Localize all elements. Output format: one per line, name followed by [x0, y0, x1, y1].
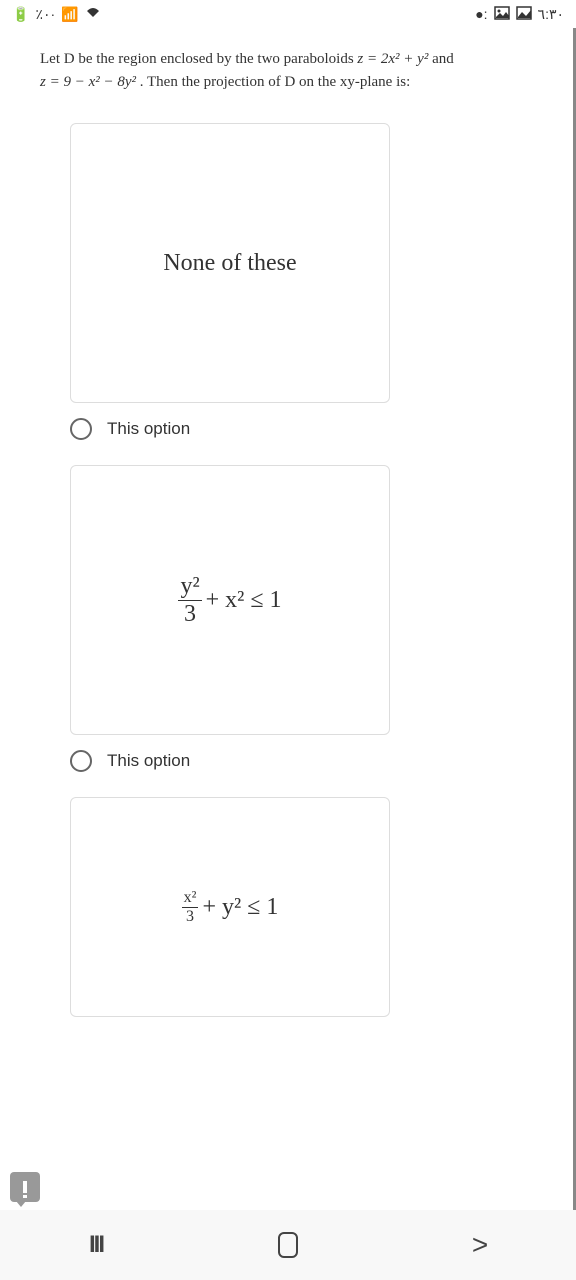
nav-back-button[interactable]: >	[465, 1230, 495, 1260]
question-eq2: z = 9 − x² − 8y²	[40, 74, 136, 90]
chat-icon[interactable]	[10, 1172, 40, 1202]
status-right: ●: ٦:٣٠	[475, 6, 564, 23]
gallery-icon	[516, 6, 532, 23]
option-card-1[interactable]: None of these	[70, 123, 390, 403]
fraction-3: x² 3	[182, 889, 199, 926]
option-row-2[interactable]: This option	[70, 750, 536, 772]
fraction-2: y² 3	[178, 573, 201, 628]
battery-text: ٪٠·	[35, 6, 55, 23]
status-left: 🔋 ٪٠· 📶	[12, 6, 101, 23]
option-row-1[interactable]: This option	[70, 418, 536, 440]
option-label-2: This option	[107, 751, 190, 771]
question-eq1: z = 2x² + y²	[357, 51, 428, 67]
frac-top-3: x²	[182, 889, 199, 908]
option-card-3[interactable]: x² 3 + y² ≤ 1	[70, 797, 390, 1017]
radio-2[interactable]	[70, 750, 92, 772]
option-3-formula: x² 3 + y² ≤ 1	[182, 889, 279, 926]
option-1-text: None of these	[163, 250, 296, 277]
question-line2-suffix: . Then the projection of D on the xy-pla…	[136, 74, 410, 90]
time-text: ٦:٣٠	[538, 6, 564, 23]
formula-rest-3: + y² ≤ 1	[202, 894, 278, 921]
option-label-1: This option	[107, 419, 190, 439]
frac-top-2: y²	[178, 573, 201, 601]
question-text: Let D be the region enclosed by the two …	[40, 48, 536, 93]
option-2-formula: y² 3 + x² ≤ 1	[178, 573, 281, 628]
frac-bot-3: 3	[184, 908, 196, 926]
question-line1-suffix: and	[428, 51, 453, 67]
wifi-icon	[85, 6, 101, 22]
radio-1[interactable]	[70, 418, 92, 440]
nav-recents-button[interactable]: III	[81, 1230, 111, 1260]
nav-bar: III >	[0, 1210, 576, 1280]
signal-icon: 📶	[61, 6, 78, 23]
status-bar: 🔋 ٪٠· 📶 ●: ٦:٣٠	[0, 0, 576, 28]
content-area: Let D be the region enclosed by the two …	[0, 28, 576, 1210]
nav-home-button[interactable]	[273, 1230, 303, 1260]
formula-rest-2: + x² ≤ 1	[206, 587, 282, 614]
picture-icon	[494, 6, 510, 23]
question-line1-prefix: Let D be the region enclosed by the two …	[40, 51, 357, 67]
option-card-2[interactable]: y² 3 + x² ≤ 1	[70, 465, 390, 735]
battery-icon: 🔋	[12, 6, 29, 23]
camera-icon: ●:	[475, 6, 487, 22]
frac-bot-2: 3	[182, 601, 198, 628]
